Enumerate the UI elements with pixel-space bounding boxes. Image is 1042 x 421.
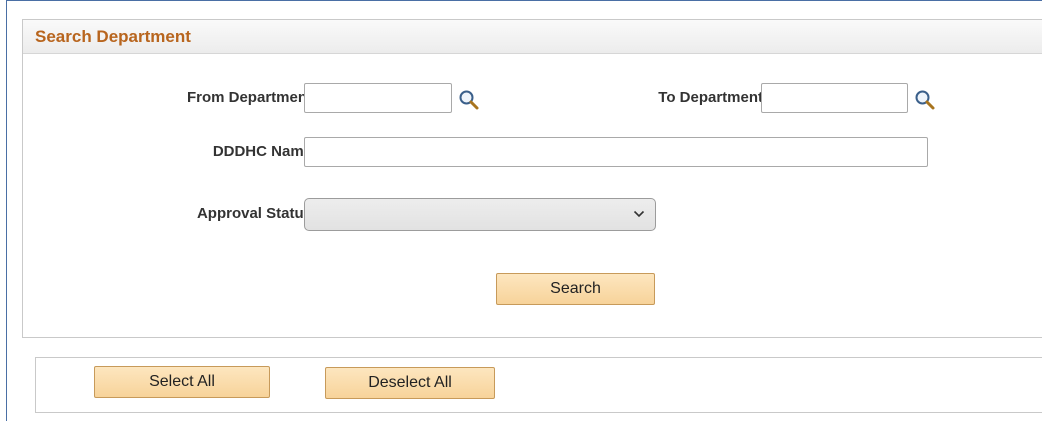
deselect-all-button[interactable]: Deselect All (325, 367, 495, 399)
from-department-lookup-icon[interactable] (457, 88, 481, 112)
from-department-input[interactable] (304, 83, 452, 113)
dddhc-name-input[interactable] (304, 137, 928, 167)
from-department-label: From Department (186, 89, 312, 106)
to-department-lookup-icon[interactable] (913, 88, 937, 112)
search-department-panel: Search Department From Department To Dep… (22, 19, 1042, 338)
approval-status-label: Approval Status (196, 205, 312, 222)
chevron-down-icon (633, 210, 645, 218)
to-department-input[interactable] (761, 83, 908, 113)
to-department-label: To Department (658, 89, 763, 106)
panel-header: Search Department (23, 20, 1042, 54)
panel-title: Search Department (35, 27, 191, 46)
approval-status-select[interactable] (304, 198, 656, 231)
dddhc-name-label: DDDHC Name (212, 143, 312, 160)
select-all-button[interactable]: Select All (94, 366, 270, 398)
page-frame: Search Department From Department To Dep… (6, 0, 1042, 421)
selection-actions-panel: Select All Deselect All (35, 357, 1042, 413)
search-button[interactable]: Search (496, 273, 655, 305)
